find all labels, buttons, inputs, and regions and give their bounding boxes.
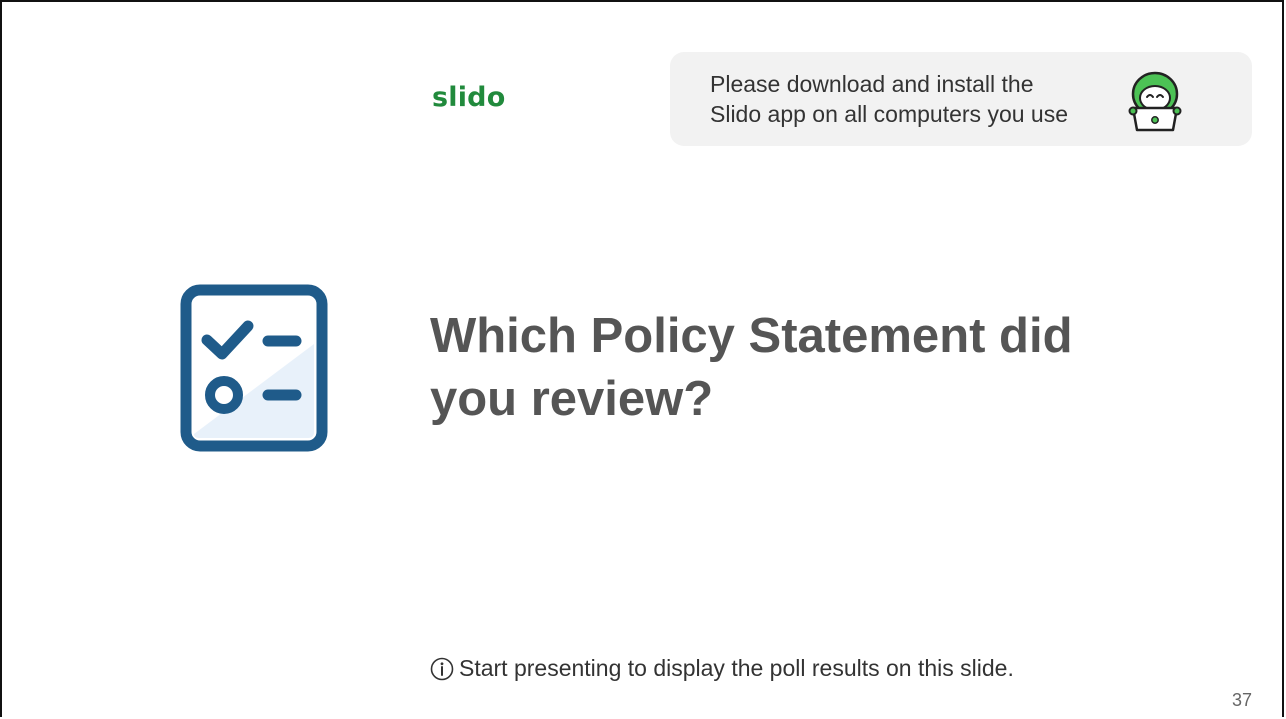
slido-mascot-laptop-icon <box>1128 71 1182 132</box>
download-banner: Please download and install the Slido ap… <box>670 52 1252 146</box>
page-number: 37 <box>1232 690 1253 710</box>
hint-text: Start presenting to display the poll res… <box>459 655 1014 681</box>
info-circle-icon <box>430 657 454 680</box>
question-line-1: Which Policy Statement did <box>430 309 1073 363</box>
banner-line-2: Slido app on all computers you use <box>710 101 1068 127</box>
slido-logo: slido <box>432 82 506 113</box>
question-line-2: you review? <box>430 372 714 426</box>
banner-text: Please download and install the Slido ap… <box>710 69 1068 129</box>
poll-question-title: Which Policy Statement did you review? <box>430 305 1190 431</box>
banner-line-1: Please download and install the <box>710 71 1034 97</box>
presenting-hint: Start presenting to display the poll res… <box>430 655 1014 682</box>
slide: slido Please download and install the Sl… <box>0 0 1284 717</box>
poll-checklist-icon <box>180 284 328 452</box>
